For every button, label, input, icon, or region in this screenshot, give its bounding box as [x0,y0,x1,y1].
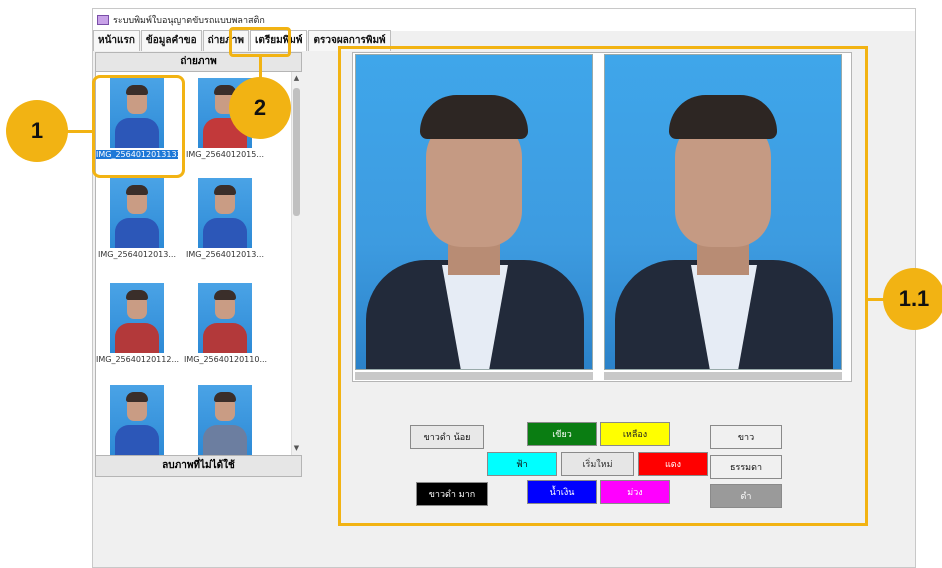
callout-badge-1-1: 1.1 [883,268,942,330]
scroll-down-icon[interactable]: ▼ [291,442,302,454]
callout-badge-1: 1 [6,100,68,162]
callout-badge-2: 2 [229,77,291,139]
photo-thumbnail[interactable]: IMG_25640120112... [96,283,180,364]
delete-unused-button[interactable]: ลบภาพที่ไม่ได้ใช้ [95,455,302,477]
thumbnail-image [110,283,164,353]
thumbnail-image [198,283,252,353]
title-bar: ระบบพิมพ์ใบอนุญาตขับรถแบบพลาสติก [93,9,915,31]
thumbnail-image [198,385,252,455]
photo-thumbnail[interactable] [96,385,178,455]
callout-highlight-preview [338,46,868,526]
photo-thumbnail[interactable]: IMG_2564012013... [184,178,266,259]
callout-highlight-thumbnail [92,75,185,178]
tab-request-info[interactable]: ข้อมูลคำขอ [140,30,202,51]
scrollbar-thumb[interactable] [293,88,300,216]
thumbnail-caption: IMG_25640120112... [96,355,180,364]
thumbnail-caption: IMG_25640120110... [184,355,268,364]
scroll-up-icon[interactable]: ▲ [291,72,302,84]
photo-thumbnail[interactable] [184,385,266,455]
thumbnail-image [198,178,252,248]
thumbnail-caption: IMG_2564012013... [98,250,176,259]
app-icon [97,15,109,25]
tab-home[interactable]: หน้าแรก [93,30,140,51]
thumbnail-image [110,385,164,455]
callout-line-2 [259,57,262,79]
photo-thumbnail[interactable]: IMG_25640120110... [184,283,268,364]
thumbnail-caption: IMG_2564012015... [186,150,264,159]
thumbnail-image [110,178,164,248]
photo-thumbnail[interactable]: IMG_2564012013... [96,178,178,259]
callout-highlight-tab [229,27,291,57]
thumbnail-caption: IMG_2564012013... [186,250,264,259]
window-title: ระบบพิมพ์ใบอนุญาตขับรถแบบพลาสติก [113,16,265,26]
